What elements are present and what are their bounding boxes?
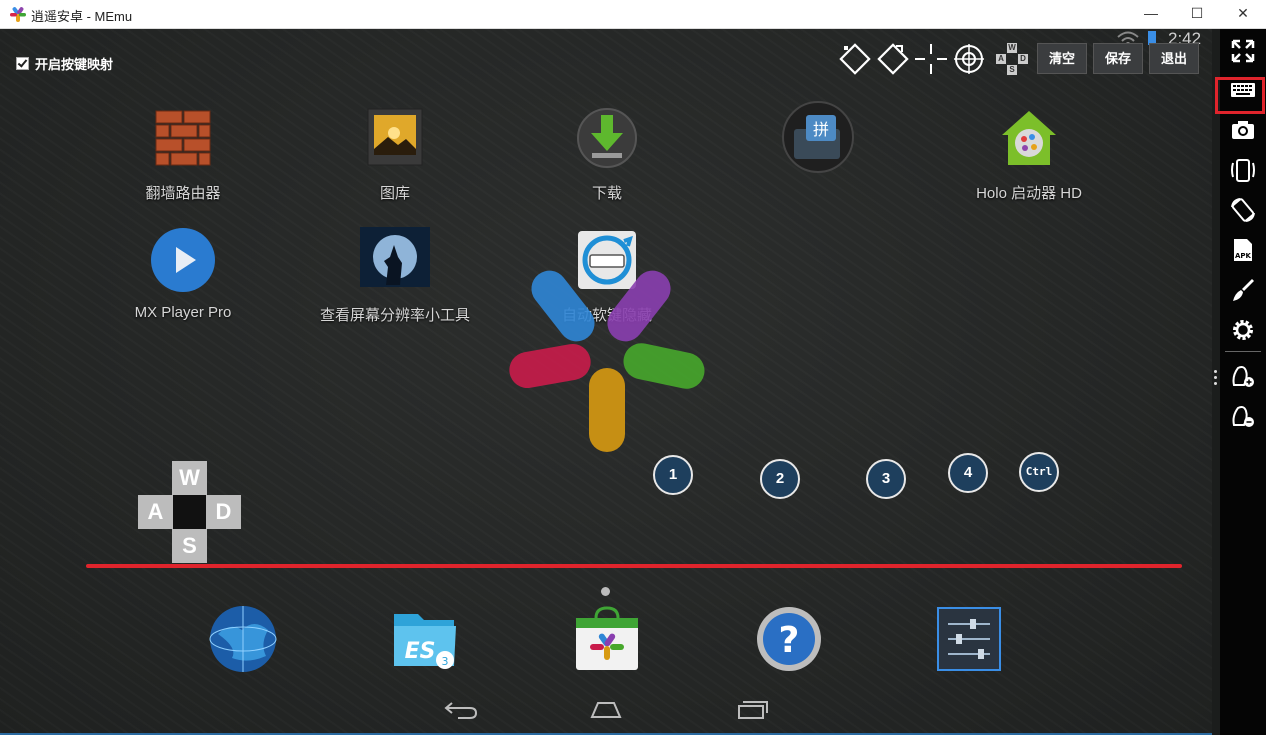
save-button[interactable]: 保存 (1093, 43, 1143, 74)
toolbar-separator (1225, 351, 1261, 352)
camera-icon[interactable] (1230, 117, 1256, 143)
key-mapping-2[interactable]: 2 (760, 459, 800, 499)
play-icon (151, 228, 215, 292)
home-icon[interactable] (588, 697, 624, 721)
svg-text:3: 3 (442, 655, 449, 668)
mini-wasd-icon[interactable]: W A D S (996, 43, 1028, 75)
app-firewall-router[interactable]: 翻墙路由器 (93, 105, 273, 203)
crosshair-icon[interactable] (914, 43, 948, 75)
svg-text:拼: 拼 (813, 120, 829, 139)
help-icon[interactable]: ? (754, 604, 824, 674)
right-toolbar: APK (1220, 29, 1266, 735)
close-button[interactable]: ✕ (1220, 0, 1266, 28)
volume-down-icon[interactable] (1230, 403, 1256, 429)
mini-key-s: S (1007, 65, 1017, 75)
app-label: Holo 启动器 HD (976, 185, 1082, 202)
sidebar-drag-handle[interactable] (1214, 370, 1218, 388)
key-w[interactable]: W (172, 461, 207, 495)
wasd-control[interactable]: W A D S (138, 461, 241, 563)
es-file-explorer-icon[interactable]: ES 3 (390, 604, 460, 674)
keyboard-selected-highlight (1215, 77, 1265, 114)
memu-logo-icon (10, 7, 26, 22)
rotate-icon[interactable] (1230, 197, 1256, 223)
shake-icon[interactable] (1230, 157, 1256, 183)
mini-key-a: A (996, 54, 1006, 64)
wasd-center (173, 495, 206, 529)
highlight-red-line (86, 564, 1182, 568)
app-label: 查看屏幕分辨率小工具 (319, 307, 470, 324)
page-indicator-dot (601, 587, 610, 596)
tilt-diamond-icon[interactable] (838, 43, 872, 75)
recent-apps-icon[interactable] (735, 697, 771, 721)
app-pinyin-input[interactable]: 拼 (728, 99, 908, 186)
download-icon (577, 108, 637, 168)
key-mapping-ctrl[interactable]: Ctrl (1019, 452, 1059, 492)
back-icon[interactable] (444, 697, 480, 721)
gallery-icon (367, 108, 423, 166)
exit-button[interactable]: 退出 (1149, 43, 1199, 74)
key-mapping-4[interactable]: 4 (948, 453, 988, 493)
memu-watermark-logo (509, 270, 705, 452)
mini-key-w: W (1007, 43, 1017, 53)
settings-gear-icon[interactable] (1230, 317, 1256, 343)
swipe-diamond-icon[interactable] (876, 43, 910, 75)
app-label: 图库 (379, 185, 410, 202)
globe-browser-icon[interactable] (208, 604, 278, 674)
app-label: 下载 (591, 185, 622, 202)
settings-sliders-icon[interactable] (934, 604, 1004, 674)
apk-icon[interactable]: APK (1230, 237, 1256, 263)
pinyin-input-icon: 拼 (782, 101, 854, 173)
brick-wall-icon (155, 110, 211, 166)
key-d[interactable]: D (206, 495, 241, 529)
key-a[interactable]: A (138, 495, 173, 529)
android-screen[interactable]: 2:42 开启按键映射 W A D S 清空 保存 退出 翻墙路由器 图库 下载… (0, 29, 1212, 733)
volume-up-icon[interactable] (1230, 363, 1256, 389)
moon-wolf-icon (360, 227, 430, 287)
title-bar: 逍遥安卓 - MEmu — ☐ ✕ (0, 0, 1266, 29)
app-resolution-tool[interactable]: 查看屏幕分辨率小工具 (305, 227, 485, 325)
mini-key-d: D (1018, 54, 1028, 64)
app-mx-player-pro[interactable]: MX Player Pro (93, 227, 273, 321)
clear-button[interactable]: 清空 (1037, 43, 1087, 74)
aim-target-icon[interactable] (952, 43, 986, 75)
key-s[interactable]: S (172, 529, 207, 563)
window-title: 逍遥安卓 - MEmu (31, 9, 133, 24)
svg-text:ES: ES (405, 639, 436, 664)
app-label: 翻墙路由器 (145, 185, 221, 202)
app-gallery[interactable]: 图库 (305, 105, 485, 203)
minimize-button[interactable]: — (1128, 0, 1174, 28)
app-download[interactable]: 下载 (517, 105, 697, 203)
checkbox-checked-icon[interactable] (16, 57, 29, 70)
enable-keymap-checkbox[interactable]: 开启按键映射 (16, 54, 113, 73)
enable-keymap-label: 开启按键映射 (35, 57, 114, 72)
app-label: MX Player Pro (134, 304, 232, 321)
svg-text:APK: APK (1235, 252, 1252, 260)
key-mapping-1[interactable]: 1 (653, 455, 693, 495)
key-mapping-3[interactable]: 3 (866, 459, 906, 499)
fullscreen-icon[interactable] (1230, 38, 1256, 64)
svg-text:?: ? (779, 620, 800, 661)
app-holo-launcher[interactable]: Holo 启动器 HD (939, 105, 1119, 203)
maximize-button[interactable]: ☐ (1174, 0, 1220, 28)
holo-launcher-icon (1002, 111, 1056, 165)
app-store-icon[interactable] (572, 604, 642, 674)
brush-icon[interactable] (1230, 277, 1256, 303)
